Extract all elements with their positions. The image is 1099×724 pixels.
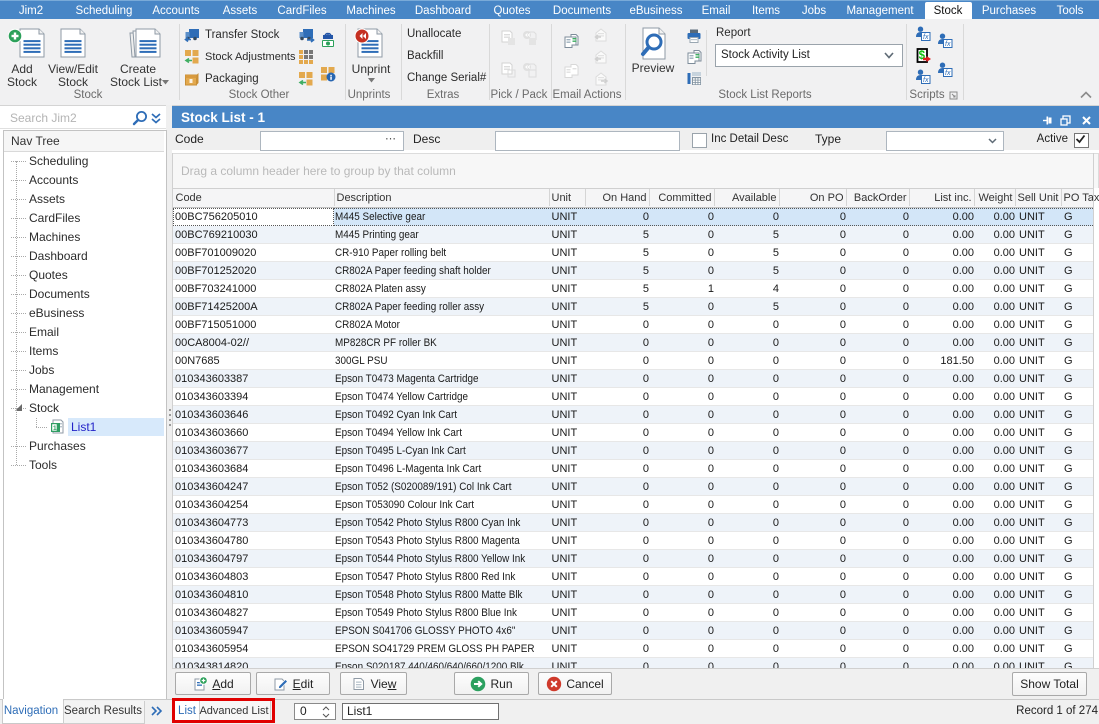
svg-text:fx: fx [923,77,929,84]
svg-text:fx: fx [923,34,929,41]
svg-text:fx: fx [945,41,951,48]
svg-text:$: $ [919,50,926,62]
svg-text:fx: fx [945,70,951,77]
svg-text:1: 1 [53,425,57,432]
